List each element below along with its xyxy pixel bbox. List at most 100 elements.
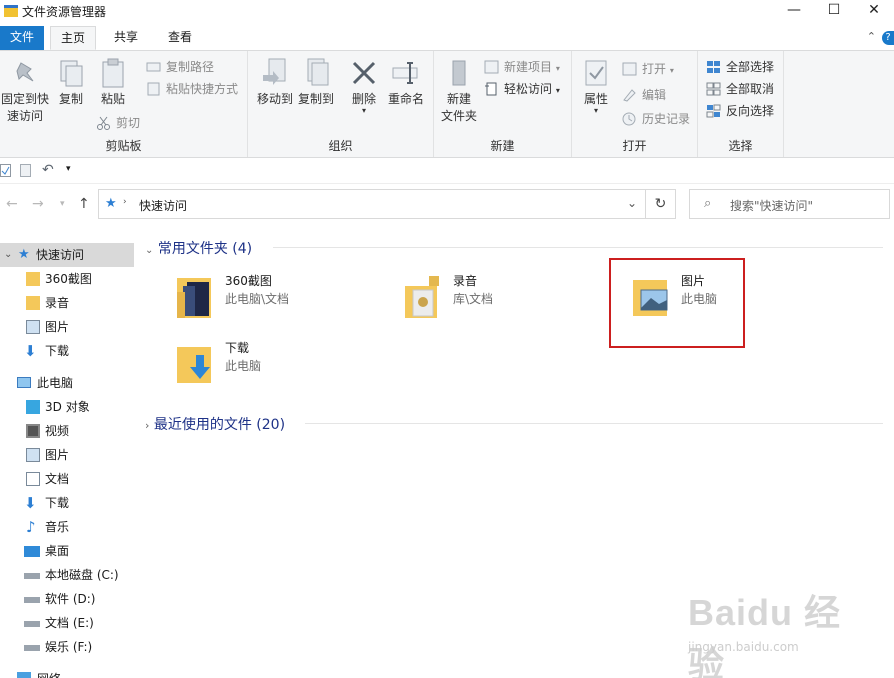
breadcrumb-quick-access[interactable]: 快速访问 [139, 197, 187, 214]
nav-pc-downloads[interactable]: ⬇ 下载 [0, 491, 134, 515]
nav-qa-downloads[interactable]: ⬇ 下载 [0, 339, 134, 363]
new-folder-small-icon[interactable] [20, 164, 32, 180]
chevron-down-icon[interactable]: ⌄ [145, 245, 153, 256]
move-to-button[interactable]: 移动到 [252, 57, 298, 108]
minimize-button[interactable]: — [774, 0, 814, 22]
folder-tile-360-screenshots[interactable]: 360截图 此电脑\文档 [175, 272, 375, 332]
nav-pc-music[interactable]: ♪ 音乐 [0, 515, 134, 539]
frequent-folders-header[interactable]: ⌄ 常用文件夹 (4) [145, 238, 883, 258]
folder-tile-recordings[interactable]: 录音 库\文档 [403, 272, 603, 332]
delete-button[interactable]: 删除 ▾ [344, 57, 384, 115]
address-box[interactable]: ★ › 快速访问 ⌄ [98, 189, 646, 219]
open-icon [622, 62, 637, 76]
drive-icon [24, 621, 40, 627]
properties-button[interactable]: 属性 ▾ [576, 57, 616, 115]
folder-tile-downloads[interactable]: 下载 此电脑 [175, 339, 375, 399]
new-item-button[interactable]: 新建项目 ▾ [484, 57, 560, 77]
nav-pc-drive-c[interactable]: 本地磁盘 (C:) [0, 563, 134, 587]
delete-dropdown-icon[interactable]: ▾ [344, 107, 384, 115]
tab-share[interactable]: 共享 [104, 26, 148, 50]
copy-to-button[interactable]: 复制到 [294, 57, 338, 108]
cube-icon [26, 400, 40, 414]
section-divider [273, 247, 883, 248]
nav-pc-drive-d[interactable]: 软件 (D:) [0, 587, 134, 611]
help-icon[interactable]: ? [882, 31, 894, 45]
nav-pc-drive-f[interactable]: 娱乐 (F:) [0, 635, 134, 659]
close-button[interactable]: ✕ [854, 0, 894, 22]
select-group-label: 选择 [728, 139, 753, 153]
chevron-right-icon[interactable]: › [145, 419, 149, 432]
search-input[interactable]: ⌕ 搜索"快速访问" [689, 189, 890, 219]
invert-selection-icon [706, 104, 721, 118]
quick-access-star-icon: ★ [18, 247, 30, 262]
nav-pc-videos[interactable]: 视频 [0, 419, 134, 443]
customize-toolbar-dropdown-icon[interactable]: ▾ [66, 164, 71, 174]
properties-small-icon[interactable] [0, 164, 12, 180]
pin-label-1: 固定到快 [0, 92, 49, 106]
frequent-folders-title: 常用文件夹 (4) [157, 241, 253, 257]
nav-pc-pictures[interactable]: 图片 [0, 443, 134, 467]
tab-file[interactable]: 文件 [0, 26, 44, 50]
properties-icon [580, 57, 612, 89]
windows-drive-icon [24, 573, 40, 579]
pin-to-quick-access-button[interactable]: 固定到快 速访问 [0, 57, 50, 125]
open-group-label: 打开 [622, 139, 647, 153]
copy-to-icon [300, 57, 332, 89]
back-arrow-icon[interactable]: ← [6, 196, 18, 212]
history-button[interactable]: 历史记录 [622, 109, 690, 129]
properties-dropdown-icon[interactable]: ▾ [576, 107, 616, 115]
up-arrow-icon[interactable]: ↑ [78, 196, 90, 212]
cut-button[interactable]: 剪切 [96, 113, 140, 133]
nav-this-pc[interactable]: 此电脑 [0, 371, 134, 395]
rename-label: 重命名 [387, 92, 424, 106]
film-icon [26, 424, 40, 438]
history-label: 历史记录 [642, 112, 691, 126]
nav-qa-360-screenshots[interactable]: 360截图 [0, 267, 134, 291]
nav-pc-desktop[interactable]: 桌面 [0, 539, 134, 563]
paste-button[interactable]: 粘贴 [92, 57, 134, 108]
maximize-button[interactable]: ☐ [814, 0, 854, 22]
nav-qa-recordings[interactable]: 录音 [0, 291, 134, 315]
folder-name: 下载 [225, 341, 250, 355]
edit-button[interactable]: 编辑 [622, 85, 666, 105]
address-dropdown-icon[interactable]: ⌄ [627, 196, 637, 210]
title-bar: 文件资源管理器 — ☐ ✕ [0, 0, 894, 26]
rename-icon [390, 57, 422, 89]
forward-arrow-icon[interactable]: → [32, 196, 44, 212]
paste-shortcut-label: 粘贴快捷方式 [166, 82, 239, 96]
folder-downloads-icon [175, 339, 215, 389]
open-button[interactable]: 打开 ▾ [622, 59, 674, 79]
undo-icon[interactable]: ↶ [42, 162, 54, 178]
nav-pc-drive-e[interactable]: 文档 (E:) [0, 611, 134, 635]
quick-access-star-icon: ★ [105, 196, 117, 211]
select-none-button[interactable]: 全部取消 [706, 79, 774, 99]
open-label: 打开 [642, 62, 667, 76]
folder-name: 录音 [453, 274, 478, 288]
new-item-label: 新建项目 [504, 60, 553, 74]
nav-network[interactable]: 网络 [0, 667, 134, 678]
new-folder-button[interactable]: 新建 文件夹 [436, 57, 482, 125]
select-all-button[interactable]: 全部选择 [706, 57, 774, 77]
recent-locations-dropdown-icon[interactable]: ▾ [60, 199, 65, 209]
tab-home[interactable]: 主页 [50, 26, 97, 50]
nav-quick-access[interactable]: ⌄ ★ 快速访问 [0, 243, 134, 267]
breadcrumb-separator-icon[interactable]: › [123, 197, 127, 207]
document-icon [26, 472, 40, 486]
nav-qa-pictures[interactable]: 图片 [0, 315, 134, 339]
recent-files-header[interactable]: › 最近使用的文件 (20) [145, 414, 883, 434]
invert-selection-button[interactable]: 反向选择 [706, 101, 774, 121]
pin-label-2: 速访问 [6, 109, 43, 123]
rename-button[interactable]: 重命名 [386, 57, 426, 108]
chevron-up-icon[interactable]: ⌃ [867, 30, 876, 43]
nav-pc-documents[interactable]: 文档 [0, 467, 134, 491]
refresh-icon[interactable]: ↻ [646, 189, 676, 219]
window-title: 文件资源管理器 [22, 5, 107, 19]
paste-shortcut-button[interactable]: 粘贴快捷方式 [146, 79, 238, 99]
tab-view[interactable]: 查看 [158, 26, 202, 50]
collapse-chevron-icon[interactable]: ⌄ [4, 243, 12, 267]
copy-path-button[interactable]: 复制路径 [146, 57, 214, 77]
easy-access-button[interactable]: 轻松访问 ▾ [484, 79, 560, 99]
watermark-logo: Baidu 经验 [688, 592, 842, 678]
copy-button[interactable]: 复制 [52, 57, 90, 108]
nav-pc-3d-objects[interactable]: 3D 对象 [0, 395, 134, 419]
